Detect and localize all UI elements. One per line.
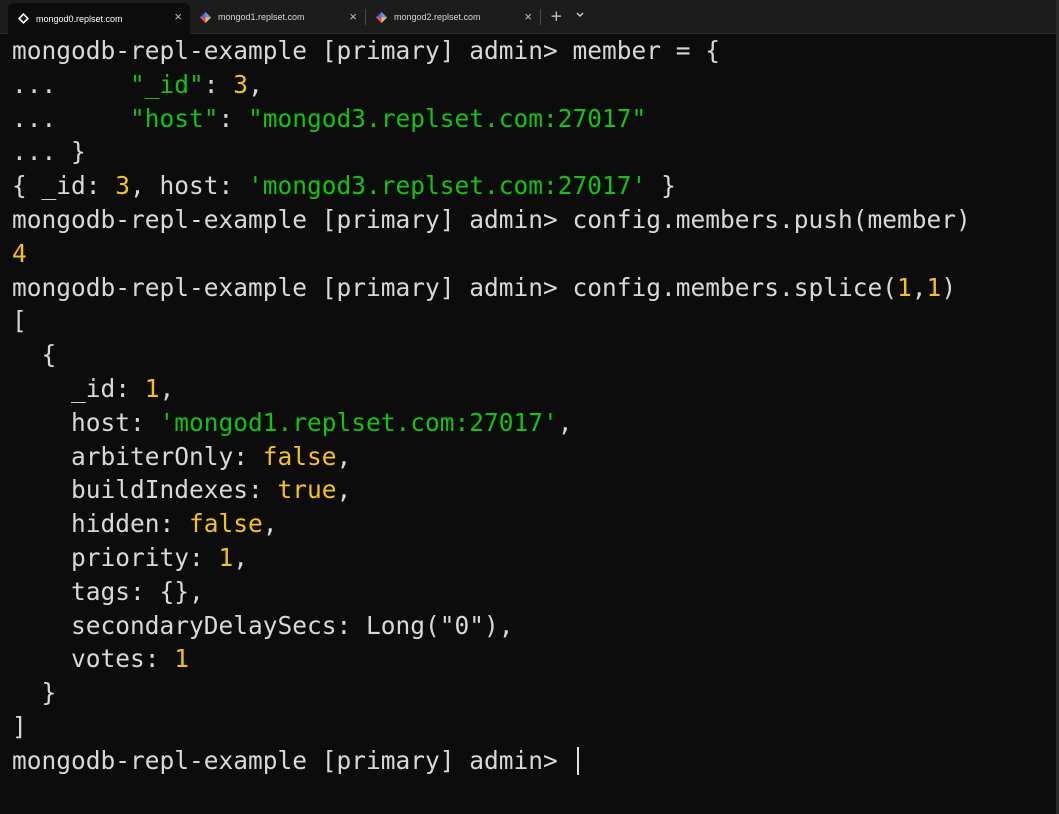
- value-token: 3: [233, 69, 249, 99]
- terminal-app-icon: [376, 11, 387, 23]
- tab-mongod1[interactable]: mongod1.replset.com ×: [190, 3, 365, 31]
- value-token: 3: [115, 171, 131, 201]
- text-token: ,: [557, 407, 573, 437]
- tab-bar: mongod0.replset.com × mongod1.replset.co…: [0, 0, 1059, 34]
- terminal-line: arbiterOnly: false,: [12, 440, 1052, 474]
- text-token: ...: [12, 103, 131, 133]
- terminal-line: hidden: false,: [12, 507, 1052, 541]
- text-token: mongodb-repl-example [primary] admin> co…: [12, 204, 971, 234]
- close-icon[interactable]: ×: [524, 8, 532, 26]
- terminal-app-icon: [200, 11, 211, 23]
- terminal-line: ... }: [12, 135, 1052, 169]
- terminal-app-icon: [18, 13, 29, 24]
- terminal-line: ... "host": "mongod3.replset.com:27017": [12, 102, 1052, 136]
- value-token: 4: [12, 238, 27, 268]
- terminal-line: host: 'mongod1.replset.com:27017',: [12, 406, 1052, 440]
- text-token: priority:: [12, 542, 219, 572]
- text-token: { _id:: [12, 171, 116, 201]
- text-token: secondaryDelaySecs: Long("0"),: [12, 610, 514, 640]
- terminal-line: mongodb-repl-example [primary] admin>: [12, 744, 1052, 778]
- terminal-line: buildIndexes: true,: [12, 473, 1052, 507]
- text-token: mongodb-repl-example [primary] admin> me…: [12, 36, 721, 65]
- terminal-line: }: [12, 676, 1052, 710]
- terminal-line: 4: [12, 237, 1052, 271]
- tab-label: mongod2.replset.com: [394, 12, 481, 22]
- terminal-line: priority: 1,: [12, 541, 1052, 575]
- value-token: 1: [926, 272, 942, 302]
- text-token: {: [12, 340, 57, 370]
- text-token: arbiterOnly:: [12, 441, 263, 471]
- tab-mongod2[interactable]: mongod2.replset.com ×: [366, 3, 540, 31]
- terminal-line: [: [12, 304, 1052, 338]
- terminal-line: mongodb-repl-example [primary] admin> me…: [12, 34, 1052, 68]
- text-token: }: [646, 171, 676, 201]
- text-token: ...: [12, 69, 131, 99]
- text-token: ]: [12, 711, 27, 741]
- value-token: 1: [897, 272, 912, 302]
- value-token: 1: [174, 644, 190, 674]
- close-icon[interactable]: ×: [174, 8, 182, 26]
- text-token: ,: [336, 475, 352, 505]
- string-token: "host": [130, 103, 219, 133]
- value-token: 1: [218, 542, 234, 572]
- text-token: [: [12, 306, 27, 336]
- string-token: "mongod3.replset.com:27017": [248, 103, 647, 133]
- tab-separator: [540, 9, 541, 25]
- terminal-line: mongodb-repl-example [primary] admin> co…: [12, 271, 1052, 305]
- terminal-window: mongod0.replset.com × mongod1.replset.co…: [0, 0, 1059, 814]
- terminal-line: _id: 1,: [12, 372, 1052, 406]
- value-token: true: [277, 475, 337, 505]
- text-token: ,: [159, 373, 175, 403]
- text-token: ,: [911, 272, 927, 302]
- value-token: false: [262, 441, 337, 471]
- value-token: 1: [144, 373, 160, 403]
- text-token: :: [203, 69, 234, 99]
- terminal-line: votes: 1: [12, 642, 1052, 676]
- close-icon[interactable]: ×: [349, 8, 357, 26]
- value-token: false: [189, 509, 263, 539]
- string-token: "_id": [130, 69, 204, 99]
- tab-mongod0[interactable]: mongod0.replset.com ×: [8, 3, 190, 34]
- text-token: hidden:: [12, 509, 190, 539]
- tab-label: mongod1.replset.com: [218, 12, 305, 22]
- text-token: ... }: [12, 137, 86, 167]
- terminal-line: {: [12, 338, 1052, 372]
- terminal-line: mongodb-repl-example [primary] admin> co…: [12, 203, 1052, 237]
- new-tab-button[interactable]: +: [550, 6, 563, 26]
- terminal-line: ]: [12, 710, 1052, 744]
- text-token: :: [218, 103, 249, 133]
- terminal-line: tags: {},: [12, 575, 1052, 609]
- text-token: _id:: [12, 373, 145, 403]
- text-token: votes:: [12, 644, 175, 674]
- text-token: ,: [233, 542, 249, 572]
- text-token: ,: [248, 69, 263, 99]
- text-token: ,: [262, 509, 278, 539]
- text-token: host:: [12, 407, 160, 437]
- terminal-line: secondaryDelaySecs: Long("0"),: [12, 609, 1052, 643]
- tab-label: mongod0.replset.com: [36, 13, 123, 24]
- text-token: ,: [336, 441, 352, 471]
- chevron-down-icon[interactable]: [575, 8, 585, 22]
- terminal-line: ... "_id": 3,: [12, 68, 1052, 102]
- text-token: mongodb-repl-example [primary] admin> co…: [12, 272, 898, 302]
- text-token: }: [12, 678, 57, 708]
- terminal-line: { _id: 3, host: 'mongod3.replset.com:270…: [12, 169, 1052, 203]
- string-token: 'mongod3.replset.com:27017': [248, 171, 647, 201]
- text-token: , host:: [130, 171, 249, 201]
- text-token: mongodb-repl-example [primary] admin>: [12, 745, 573, 775]
- text-token: tags: {},: [12, 576, 204, 606]
- string-token: 'mongod1.replset.com:27017': [159, 407, 558, 437]
- text-cursor: [576, 746, 579, 775]
- text-token: ): [941, 272, 957, 302]
- terminal-output[interactable]: mongodb-repl-example [primary] admin> me…: [12, 34, 1052, 778]
- text-token: buildIndexes:: [12, 475, 278, 505]
